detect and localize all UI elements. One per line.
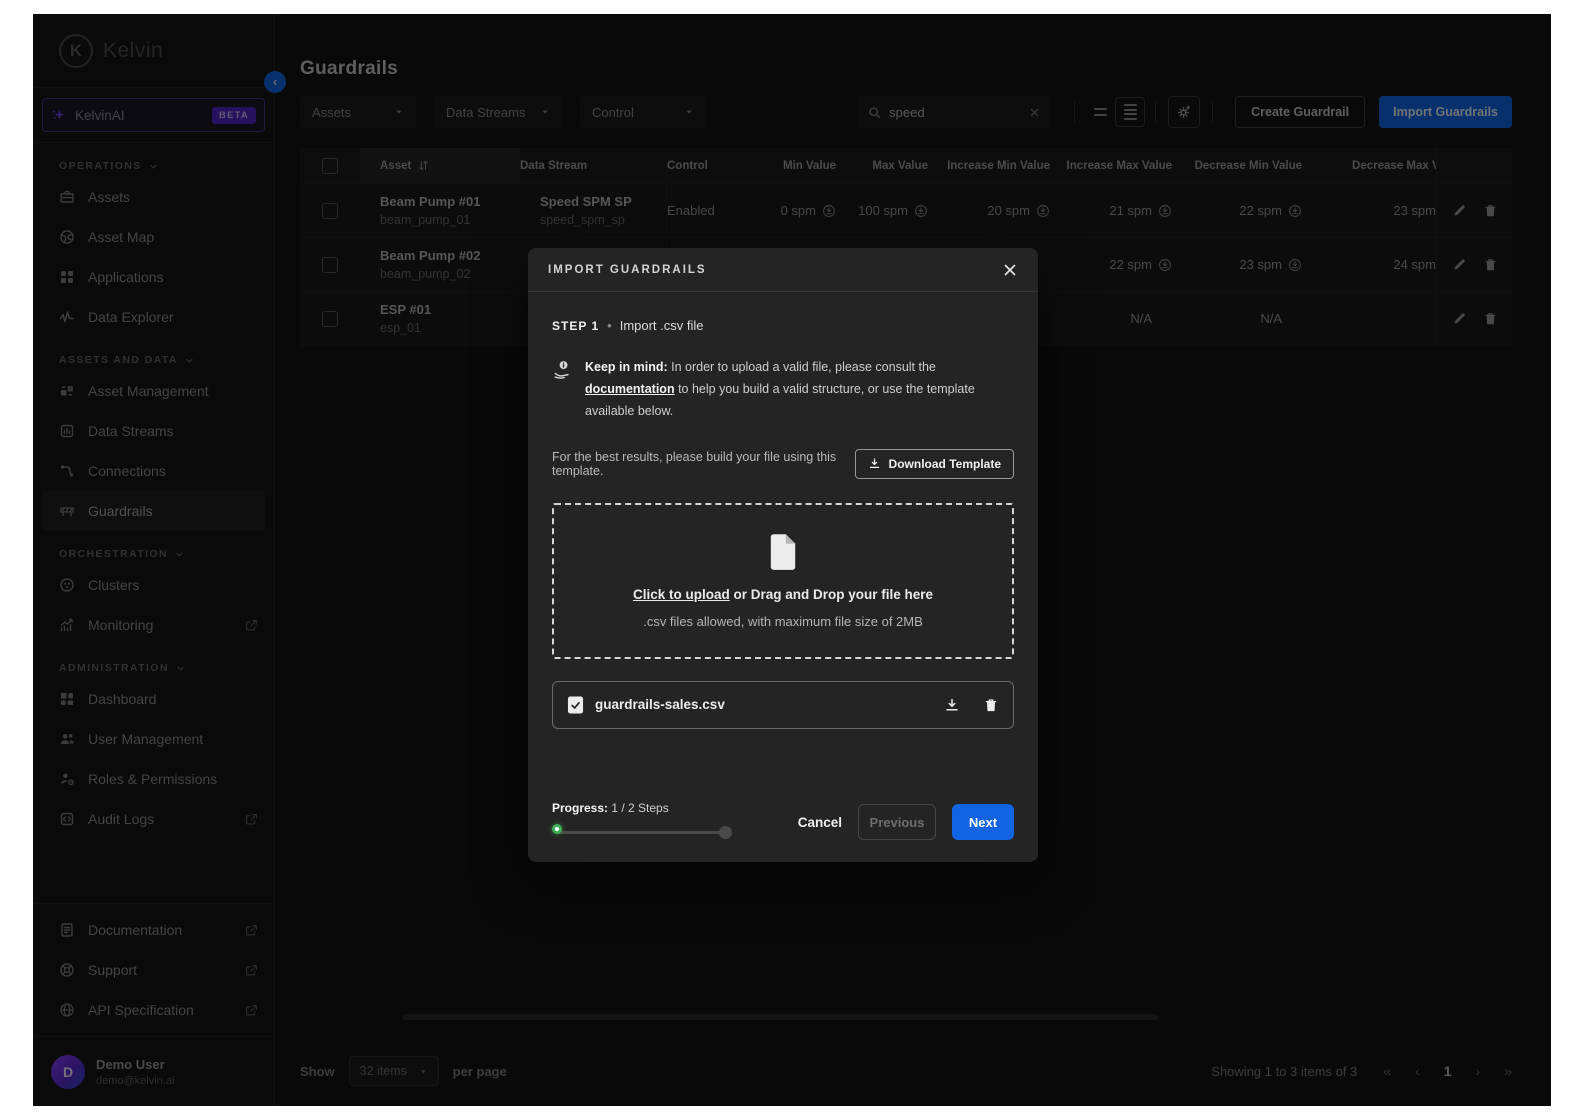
progress-slider[interactable] [552,824,732,840]
uploaded-file-name: guardrails-sales.csv [595,697,933,712]
keep-in-mind-note: Keep in mind: In order to upload a valid… [552,357,1014,423]
template-hint: For the best results, please build your … [552,450,843,478]
modal-title: IMPORT GUARDRAILS [548,264,707,276]
modal-footer: Progress: 1 / 2 Steps Cancel Previous Ne… [552,801,1014,840]
cancel-button[interactable]: Cancel [798,815,842,830]
progress-end-dot [719,826,732,839]
click-to-upload-link[interactable]: Click to upload [633,587,730,602]
progress-label: Progress: 1 / 2 Steps [552,801,732,815]
next-button[interactable]: Next [952,804,1014,840]
import-guardrails-modal: IMPORT GUARDRAILS STEP 1 • Import .csv f… [528,248,1038,862]
file-dropzone[interactable]: Click to upload or Drag and Drop your fi… [552,503,1014,659]
template-row: For the best results, please build your … [552,449,1014,479]
step-indicator: STEP 1 • Import .csv file [552,318,1014,333]
modal-header: IMPORT GUARDRAILS [528,248,1038,292]
previous-button[interactable]: Previous [858,804,936,840]
app-window: K Kelvin KelvinAI BETA OPERATIONS Assets… [33,14,1551,1106]
modal-body: STEP 1 • Import .csv file Keep in mind: … [528,318,1038,729]
documentation-link[interactable]: documentation [585,382,675,396]
remove-file-icon[interactable] [983,697,999,713]
close-icon[interactable] [1002,262,1018,278]
download-icon [868,457,881,470]
file-check-icon [567,695,584,715]
progress-current-dot[interactable] [552,824,562,834]
download-file-icon[interactable] [944,697,960,713]
upload-hint: .csv files allowed, with maximum file si… [643,614,923,629]
file-icon [768,533,798,571]
download-template-button[interactable]: Download Template [855,449,1014,479]
info-hand-icon [552,359,574,381]
uploaded-file-row: guardrails-sales.csv [552,681,1014,729]
